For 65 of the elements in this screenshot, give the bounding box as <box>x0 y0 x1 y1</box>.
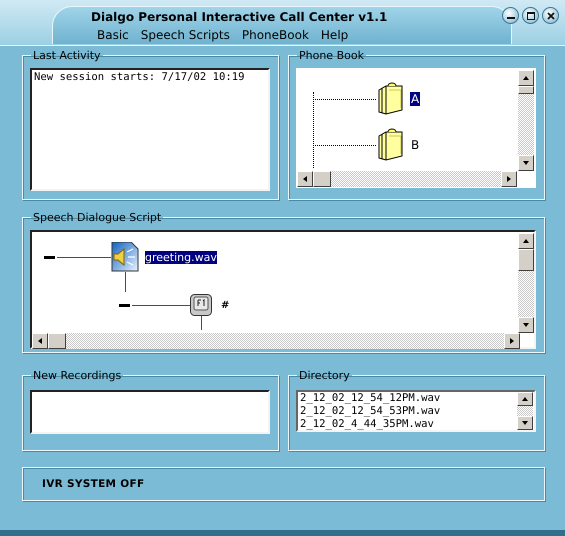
connector-line <box>125 272 126 292</box>
menu-item[interactable]: Help <box>320 28 348 42</box>
binder-icon <box>376 128 404 162</box>
contact-group-label[interactable]: A <box>410 92 420 106</box>
scroll-arrow-button[interactable] <box>504 333 520 349</box>
connector-line <box>57 256 111 258</box>
down-arrow-icon <box>522 421 528 425</box>
scroll-thumb[interactable] <box>48 333 66 349</box>
node-label[interactable]: # <box>221 300 230 310</box>
activity-log[interactable]: New session starts: 7/17/02 10:19 <box>30 68 270 191</box>
scroll-arrow-button[interactable] <box>518 155 534 171</box>
close-button[interactable] <box>542 7 559 24</box>
scroll-arrow-button[interactable] <box>297 171 313 187</box>
up-arrow-icon <box>522 397 528 401</box>
file-list[interactable]: 2_12_02_12_54_12PM.wav 2_12_02_12_54_53PM.wav 2_12_02_4_44_35PM.wav <box>296 390 536 432</box>
left-arrow-icon <box>303 176 307 182</box>
window-title: Dialgo Personal Interactive Call Center v1.1 <box>91 10 388 24</box>
recordings-box[interactable] <box>30 390 270 434</box>
log-line: New session starts: 7/17/02 10:19 <box>34 71 246 83</box>
menu-item[interactable]: Basic <box>97 28 129 42</box>
right-arrow-icon <box>510 338 514 344</box>
keypad-key-icon <box>190 294 212 316</box>
binder-icon <box>376 82 404 116</box>
group-title: Phone Book <box>298 49 365 62</box>
maximize-icon <box>526 12 534 20</box>
menu-item[interactable]: Speech Scripts <box>140 28 230 42</box>
scroll-arrow-button[interactable] <box>517 416 533 430</box>
minimize-button[interactable] <box>502 7 519 24</box>
scroll-thumb[interactable] <box>518 86 534 94</box>
scroll-thumb[interactable] <box>518 249 534 271</box>
down-arrow-icon <box>523 161 529 165</box>
scroll-arrow-button[interactable] <box>518 233 534 249</box>
node-stub <box>44 256 55 258</box>
group-title: New Recordings <box>32 369 122 382</box>
menu-item[interactable]: PhoneBook <box>242 28 309 42</box>
scroll-thumb[interactable] <box>313 171 331 187</box>
vertical-scrollbar[interactable] <box>518 70 534 171</box>
node-label[interactable]: greeting.wav <box>145 250 217 264</box>
scroll-arrow-button[interactable] <box>32 333 48 349</box>
scroll-arrow-button[interactable] <box>501 171 517 187</box>
file-item[interactable]: 2_12_02_4_44_35PM.wav <box>300 418 434 431</box>
left-arrow-icon <box>38 338 42 344</box>
horizontal-scrollbar[interactable] <box>297 171 517 187</box>
horizontal-scrollbar[interactable] <box>32 333 520 349</box>
scroll-arrow-button[interactable] <box>517 392 533 406</box>
vertical-scrollbar[interactable] <box>518 233 534 333</box>
node-stub <box>119 304 130 306</box>
status-text: IVR SYSTEM OFF <box>42 478 144 490</box>
group-title: Directory <box>298 369 351 382</box>
right-arrow-icon <box>507 176 511 182</box>
scroll-arrow-button[interactable] <box>518 317 534 333</box>
up-arrow-icon <box>523 239 529 243</box>
group-title: Last Activity <box>32 49 102 62</box>
contact-group-label[interactable]: B <box>410 138 420 152</box>
scroll-arrow-button[interactable] <box>518 70 534 86</box>
close-icon <box>546 12 554 20</box>
file-item[interactable]: 2_12_02_12_54_12PM.wav <box>300 392 440 405</box>
connector-line <box>132 304 190 306</box>
file-item[interactable]: 2_12_02_12_54_53PM.wav <box>300 405 440 418</box>
down-arrow-icon <box>523 323 529 327</box>
up-arrow-icon <box>523 76 529 80</box>
vertical-scrollbar[interactable] <box>517 392 533 430</box>
group-title: Speech Dialogue Script <box>32 211 162 224</box>
maximize-button[interactable] <box>522 7 539 24</box>
speaker-file-icon <box>111 242 139 272</box>
